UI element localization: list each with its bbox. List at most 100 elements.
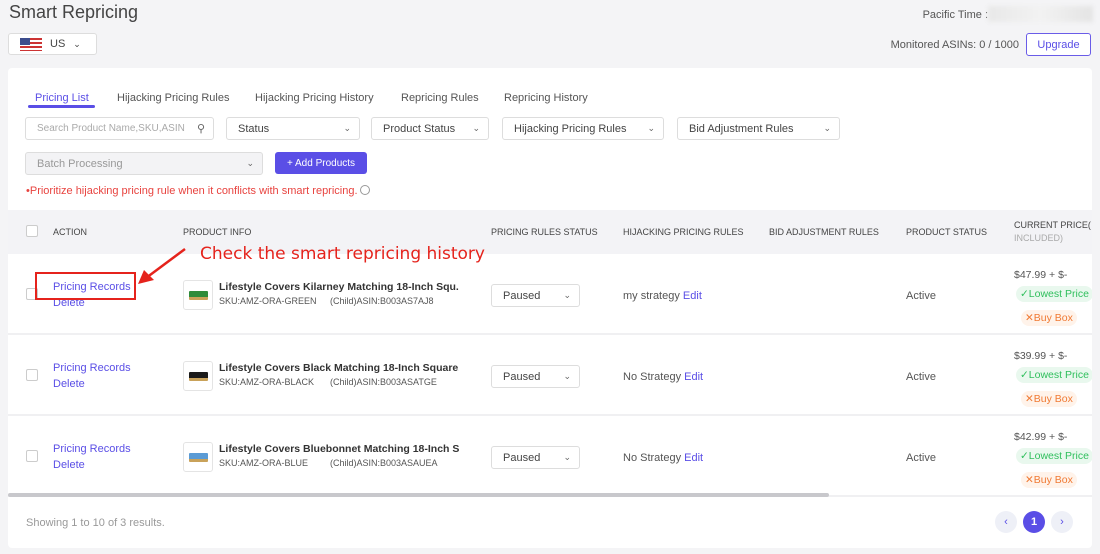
hijacking-strategy: No Strategy Edit	[623, 371, 703, 383]
batch-processing-label: Batch Processing	[37, 157, 123, 170]
search-input[interactable]: Search Product Name,SKU,ASIN ⚲	[25, 117, 214, 140]
delete-link[interactable]: Delete	[53, 378, 85, 390]
priority-note-text: •Prioritize hijacking pricing rule when …	[26, 185, 358, 197]
buy-box-badge: ✕Buy Box	[1021, 472, 1077, 488]
lowest-price-badge: ✓Lowest Price	[1016, 367, 1092, 383]
pricing-status-select[interactable]: Paused ⌄	[491, 284, 580, 307]
horizontal-scrollbar[interactable]	[8, 493, 829, 497]
col-bid-adjustment-rules: BID ADJUSTMENT RULES	[769, 227, 879, 237]
pacific-time-value-blurred	[988, 6, 1093, 22]
hijacking-rules-select[interactable]: Hijacking Pricing Rules ⌄	[502, 117, 664, 140]
table-row: Pricing Records Delete Lifestyle Covers …	[8, 416, 1092, 497]
col-pricing-rules-status: PRICING RULES STATUS	[491, 227, 598, 237]
tab-hijacking-pricing-history[interactable]: Hijacking Pricing History	[255, 92, 374, 104]
col-current-price-sub: INCLUDED)	[1014, 233, 1064, 243]
product-thumbnail	[183, 442, 213, 472]
product-status-select[interactable]: Product Status ⌄	[371, 117, 489, 140]
col-current-price: CURRENT PRICE(	[1014, 220, 1091, 230]
edit-strategy-link[interactable]: Edit	[684, 371, 703, 383]
priority-note: •Prioritize hijacking pricing rule when …	[26, 185, 370, 197]
product-name: Lifestyle Covers Bluebonnet Matching 18-…	[219, 443, 459, 455]
chevron-down-icon: ⌄	[343, 123, 351, 133]
info-icon[interactable]	[359, 185, 370, 195]
hijacking-rules-label: Hijacking Pricing Rules	[514, 122, 627, 135]
product-thumbnail	[183, 361, 213, 391]
status-select[interactable]: Status ⌄	[226, 117, 360, 140]
table-row: Pricing Records Delete Lifestyle Covers …	[8, 335, 1092, 416]
page-1-button[interactable]: 1	[1023, 511, 1045, 533]
col-product-status: PRODUCT STATUS	[906, 227, 988, 237]
bid-adjustment-label: Bid Adjustment Rules	[689, 122, 794, 135]
batch-processing-select[interactable]: Batch Processing ⌄	[25, 152, 263, 175]
product-sku: SKU:AMZ-ORA-BLUE	[219, 458, 309, 468]
row-checkbox[interactable]	[26, 369, 38, 381]
col-product-info: PRODUCT INFO	[183, 227, 252, 237]
lowest-price-badge: ✓Lowest Price	[1016, 448, 1092, 464]
chevron-down-icon: ⌄	[563, 452, 571, 462]
monitored-asins: Monitored ASINs: 0 / 1000	[890, 39, 1019, 51]
add-products-button[interactable]: + Add Products	[275, 152, 367, 174]
current-price: $39.99 + $-	[1014, 350, 1068, 362]
product-status-label: Product Status	[383, 122, 456, 135]
country-select[interactable]: US ⌄	[8, 33, 97, 55]
annotation-arrow-icon	[138, 247, 186, 284]
row-checkbox[interactable]	[26, 450, 38, 462]
col-hijacking-pricing-rules: HIJACKING PRICING RULES	[623, 227, 744, 237]
pricing-status-value: Paused	[503, 370, 541, 383]
strategy-name: my strategy	[623, 290, 680, 302]
pricing-status-value: Paused	[503, 451, 541, 464]
us-flag-icon	[20, 37, 42, 51]
edit-strategy-link[interactable]: Edit	[683, 290, 702, 302]
chevron-down-icon: ⌄	[246, 158, 254, 168]
product-asin: (Child)ASIN:B003ASAUEA	[330, 458, 438, 468]
upgrade-button[interactable]: Upgrade	[1026, 33, 1091, 56]
country-label: US	[50, 38, 66, 50]
page-title: Smart Repricing	[9, 2, 139, 22]
buy-box-badge: ✕Buy Box	[1021, 391, 1077, 407]
col-action: ACTION	[53, 227, 88, 237]
product-status-value: Active	[906, 452, 936, 464]
bid-adjustment-select[interactable]: Bid Adjustment Rules ⌄	[677, 117, 840, 140]
current-price: $42.99 + $-	[1014, 431, 1068, 443]
tab-hijacking-pricing-rules[interactable]: Hijacking Pricing Rules	[117, 92, 230, 104]
chevron-down-icon: ⌄	[823, 123, 831, 133]
pricing-records-link[interactable]: Pricing Records	[53, 362, 131, 374]
pricing-status-value: Paused	[503, 289, 541, 302]
chevron-down-icon: ⌄	[73, 38, 81, 49]
product-name: Lifestyle Covers Kilarney Matching 18-In…	[219, 281, 459, 293]
select-all-checkbox[interactable]	[26, 225, 38, 237]
annotation-highlight-box	[35, 272, 136, 300]
active-tab-indicator	[28, 105, 95, 108]
pricing-status-select[interactable]: Paused ⌄	[491, 365, 580, 388]
strategy-name: No Strategy	[623, 452, 682, 464]
annotation-text: Check the smart repricing history	[200, 244, 485, 264]
status-label: Status	[238, 122, 270, 135]
current-price: $47.99 + $-	[1014, 269, 1068, 281]
product-asin: (Child)ASIN:B003AS7AJ8	[330, 296, 434, 306]
lowest-price-badge: ✓Lowest Price	[1016, 286, 1092, 302]
tab-repricing-rules[interactable]: Repricing Rules	[401, 92, 479, 104]
product-sku: SKU:AMZ-ORA-BLACK	[219, 377, 315, 387]
tab-pricing-list[interactable]: Pricing List	[35, 92, 89, 104]
results-summary: Showing 1 to 10 of 3 results.	[26, 517, 165, 529]
next-page-button[interactable]: ›	[1051, 511, 1073, 533]
search-icon: ⚲	[196, 123, 205, 135]
chevron-down-icon: ⌄	[472, 123, 480, 133]
chevron-down-icon: ⌄	[563, 290, 571, 300]
product-asin: (Child)ASIN:B003ASATGE	[330, 377, 437, 387]
search-placeholder: Search Product Name,SKU,ASIN	[37, 123, 185, 134]
pricing-records-link[interactable]: Pricing Records	[53, 443, 131, 455]
chevron-down-icon: ⌄	[647, 123, 655, 133]
product-sku: SKU:AMZ-ORA-GREEN	[219, 296, 317, 306]
chevron-down-icon: ⌄	[563, 371, 571, 381]
prev-page-button[interactable]: ‹	[995, 511, 1017, 533]
pricing-status-select[interactable]: Paused ⌄	[491, 446, 580, 469]
product-name: Lifestyle Covers Black Matching 18-Inch …	[219, 362, 459, 374]
hijacking-strategy: my strategy Edit	[623, 290, 702, 302]
buy-box-badge: ✕Buy Box	[1021, 310, 1077, 326]
delete-link[interactable]: Delete	[53, 459, 85, 471]
pricing-card: Pricing List Hijacking Pricing Rules Hij…	[8, 68, 1092, 548]
edit-strategy-link[interactable]: Edit	[684, 452, 703, 464]
tab-repricing-history[interactable]: Repricing History	[504, 92, 588, 104]
product-status-value: Active	[906, 290, 936, 302]
